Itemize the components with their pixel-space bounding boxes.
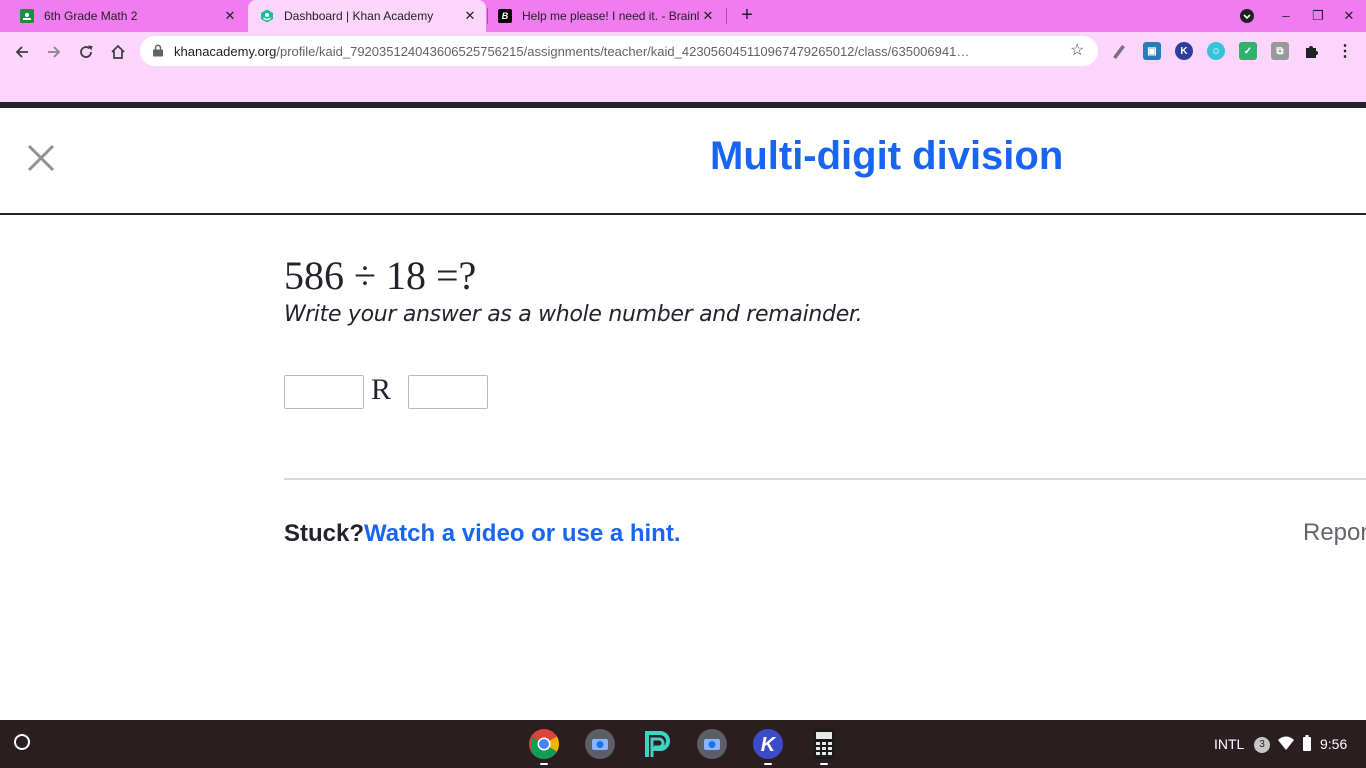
calculator-icon[interactable] xyxy=(808,728,840,760)
os-shelf: K INTL 3 9:56 xyxy=(0,720,1366,768)
chrome-menu-icon[interactable]: ⋮ xyxy=(1336,42,1354,60)
remainder-input[interactable] xyxy=(408,375,488,409)
close-tab-icon[interactable]: ✕ xyxy=(222,8,238,24)
minimize-icon[interactable]: – xyxy=(1277,7,1295,25)
back-arrow-icon[interactable] xyxy=(10,40,34,64)
khan-academy-icon xyxy=(260,9,274,23)
wifi-icon[interactable] xyxy=(1278,736,1294,750)
divider xyxy=(284,478,1366,480)
lock-icon xyxy=(153,44,163,57)
camera-icon[interactable] xyxy=(696,728,728,760)
stuck-label: Stuck? xyxy=(284,520,365,547)
extension-k-icon[interactable]: K xyxy=(1175,42,1193,60)
forward-arrow-icon[interactable] xyxy=(42,40,66,64)
exercise-header: Multi-digit division xyxy=(0,108,1366,215)
pear-deck-icon[interactable] xyxy=(640,728,672,760)
extension-grey-icon[interactable]: ⧉ xyxy=(1271,42,1289,60)
close-window-icon[interactable]: ✕ xyxy=(1340,7,1358,25)
tab-google-classroom[interactable]: 6th Grade Math 2 ✕ xyxy=(8,0,246,32)
tab-separator xyxy=(726,8,727,24)
close-tab-icon[interactable]: ✕ xyxy=(700,8,716,24)
input-method-label[interactable]: INTL xyxy=(1214,736,1244,752)
app-running-indicator xyxy=(764,763,772,765)
restore-icon[interactable]: ❐ xyxy=(1309,7,1327,25)
tab-title: 6th Grade Math 2 xyxy=(44,9,138,23)
svg-text:K: K xyxy=(761,734,777,756)
app-running-indicator xyxy=(540,763,548,765)
report-problem-link[interactable]: Repor xyxy=(1303,519,1366,547)
browser-toolbar: khanacademy.org/profile/kaid_79203512404… xyxy=(0,32,1366,102)
google-classroom-icon xyxy=(20,9,34,23)
notification-count-badge[interactable]: 3 xyxy=(1254,737,1270,753)
extension-screen-icon[interactable]: ▣ xyxy=(1143,42,1161,60)
url-host: khanacademy.org xyxy=(174,43,277,59)
extension-pencil-icon[interactable] xyxy=(1110,42,1128,60)
home-icon[interactable] xyxy=(106,40,130,64)
kahoot-icon[interactable]: K xyxy=(752,728,784,760)
new-tab-plus-icon[interactable]: + xyxy=(737,5,757,26)
tab-brainly[interactable]: B Help me please! I need it. - Brainl ✕ xyxy=(488,0,724,32)
tab-title: Help me please! I need it. - Brainl xyxy=(522,9,700,23)
close-icon[interactable] xyxy=(26,143,56,173)
tab-khan-academy-dashboard[interactable]: Dashboard | Khan Academy ✕ xyxy=(248,0,486,32)
reload-icon[interactable] xyxy=(74,40,98,64)
remainder-label: R xyxy=(371,373,392,406)
close-tab-icon[interactable]: ✕ xyxy=(462,8,478,24)
address-bar[interactable]: khanacademy.org/profile/kaid_79203512404… xyxy=(140,36,1098,66)
chrome-icon[interactable] xyxy=(528,728,560,760)
quotient-input[interactable] xyxy=(284,375,364,409)
extension-smile-icon[interactable]: ☺ xyxy=(1207,42,1225,60)
division-question: 586 ÷ 18 =? xyxy=(284,253,477,298)
browser-tab-strip: 6th Grade Math 2 ✕ Dashboard | Khan Acad… xyxy=(0,0,1366,32)
clock-time[interactable]: 9:56 xyxy=(1320,736,1347,752)
answer-instruction: Write your answer as a whole number and … xyxy=(284,302,863,327)
hint-link[interactable]: Watch a video or use a hint. xyxy=(364,520,681,548)
battery-icon[interactable] xyxy=(1303,735,1311,751)
extension-check-icon[interactable]: ✓ xyxy=(1239,42,1257,60)
url-path: /profile/kaid_792035124043606525756215/a… xyxy=(276,43,970,59)
bookmark-star-icon[interactable]: ☆ xyxy=(1070,40,1084,60)
camera-icon[interactable] xyxy=(584,728,616,760)
brainly-icon: B xyxy=(498,9,512,23)
tab-title: Dashboard | Khan Academy xyxy=(284,9,434,23)
launcher-icon[interactable] xyxy=(14,734,30,750)
extensions-puzzle-icon[interactable] xyxy=(1303,42,1321,60)
tab-search-icon[interactable] xyxy=(1238,7,1256,25)
app-running-indicator xyxy=(820,763,828,765)
exercise-title: Multi-digit division xyxy=(710,134,1064,178)
